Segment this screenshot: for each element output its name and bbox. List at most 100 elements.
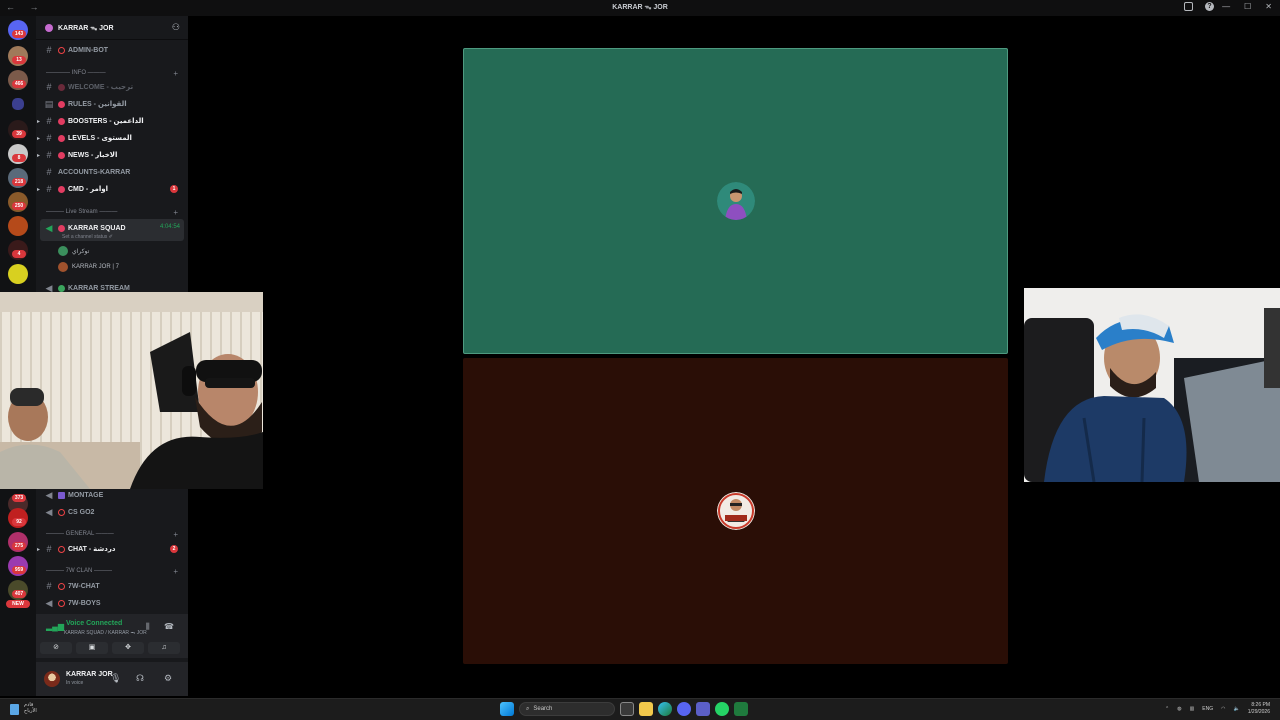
server-badge: 92 — [12, 518, 26, 526]
text-channel-icon: # — [46, 133, 52, 143]
category-label: ——— 7W CLAN ——— — [46, 568, 113, 574]
text-channel-icon: # — [46, 82, 52, 92]
taskbar-search[interactable]: ⌕ Search — [519, 702, 615, 716]
add-channel-icon[interactable]: + — [173, 567, 178, 576]
webcam-overlay-left — [0, 292, 263, 489]
channel-rules[interactable]: ▤ RULES - القوانين — [44, 97, 184, 111]
task-view-icon[interactable] — [620, 702, 634, 716]
category-7w-clan[interactable]: ——— 7W CLAN ——— + — [46, 567, 182, 578]
status-icon — [58, 117, 65, 125]
folder-icon[interactable] — [12, 98, 24, 110]
clock[interactable]: 8:26 PM 1/29/2026 — [1248, 702, 1270, 716]
server-badge: 959 — [12, 566, 26, 574]
close-button[interactable]: ✕ — [1265, 2, 1272, 11]
category-general[interactable]: ——— GENERAL ——— + — [46, 530, 182, 541]
teams-icon[interactable] — [696, 702, 710, 716]
add-channel-icon[interactable]: + — [173, 69, 178, 78]
microphone-icon[interactable]: 🎙 — [110, 673, 121, 684]
voice-channel-karrar-squad[interactable]: ◀ KARRAR SQUAD 4:04:54 Set a channel sta… — [40, 219, 184, 241]
soundboard-button[interactable]: ♫ — [148, 642, 180, 654]
webcam-image — [1024, 288, 1280, 482]
maximize-button[interactable]: ☐ — [1244, 2, 1251, 11]
voice-channel-7w-boys[interactable]: ◀ 7W-BOYS — [44, 596, 184, 610]
headphones-icon[interactable]: ☊ — [136, 673, 144, 684]
camera-button[interactable]: ⊘ — [40, 642, 72, 654]
edge-icon[interactable] — [658, 702, 672, 716]
server-badge: 143 — [12, 30, 26, 38]
status-icon — [58, 134, 65, 142]
channel-label: WELCOME - ترحيب — [68, 84, 134, 91]
server-header[interactable]: KARRAR ᯓ JOR ⚇ — [36, 16, 188, 40]
wifi-icon[interactable]: ◠ — [1221, 706, 1225, 712]
channel-welcome[interactable]: # WELCOME - ترحيب — [44, 80, 184, 94]
chevron-up-icon[interactable]: ⌃ — [1165, 706, 1169, 712]
voice-connected-label: Voice Connected — [66, 620, 123, 627]
file-explorer-icon[interactable] — [639, 702, 653, 716]
channel-levels[interactable]: ▸ # LEVELS - المستوى — [37, 131, 184, 145]
voice-connected-panel: ▂▄▆ Voice Connected KARRAR SQUAD / KARRA… — [36, 614, 188, 658]
app-icon[interactable] — [734, 702, 748, 716]
channel-chat[interactable]: ▸ # CHAT - دردشة 2 — [37, 542, 184, 556]
help-icon[interactable]: ? — [1205, 2, 1214, 11]
network-icon[interactable]: ◍ — [1177, 706, 1181, 712]
channel-news[interactable]: ▸ # NEWS - الاخبار — [37, 148, 184, 162]
status-icon — [58, 599, 65, 607]
status-icon — [58, 151, 65, 159]
weather-widget[interactable]: قادم الأرباح — [24, 702, 37, 714]
noise-suppression-icon[interactable]: ⫼ — [146, 622, 150, 632]
settings-gear-icon[interactable]: ⚙ — [164, 673, 172, 684]
server-badge: 13 — [12, 56, 26, 64]
server-badge: 373 — [12, 494, 26, 502]
channel-boosters[interactable]: ▸ # BOOSTERS - الداعمين — [37, 114, 184, 128]
category-live-stream[interactable]: ——— Live Stream ——— + — [46, 208, 182, 219]
add-channel-icon[interactable]: + — [173, 530, 178, 539]
activities-button[interactable]: ✥ — [112, 642, 144, 654]
weather-icon[interactable] — [10, 704, 19, 715]
start-icon[interactable] — [500, 702, 514, 716]
call-timer: 4:04:54 — [159, 224, 180, 230]
channel-admin-bot[interactable]: # ADMIN-BOT — [44, 43, 184, 57]
voice-user[interactable]: KARRAR JOR | 7 — [58, 261, 119, 273]
category-info[interactable]: ———— INFO ——— + — [46, 69, 182, 80]
voice-channel-path[interactable]: KARRAR SQUAD / KARRAR ᯓ JOR — [64, 630, 147, 636]
status-icon — [58, 185, 65, 193]
language-indicator[interactable]: ENG — [1202, 706, 1213, 712]
bluetooth-icon[interactable]: ▥ — [1190, 706, 1195, 712]
channel-status[interactable]: Set a channel status ✐ — [62, 234, 113, 240]
channel-label: BOOSTERS - الداعمين — [68, 118, 144, 125]
voice-user[interactable]: توكراي — [58, 245, 89, 257]
whatsapp-icon[interactable] — [715, 702, 729, 716]
screen-share-button[interactable]: ▣ — [76, 642, 108, 654]
server-icon[interactable] — [8, 264, 28, 284]
channel-label: MONTAGE — [68, 491, 104, 499]
invite-icon[interactable]: ⚇ — [172, 22, 180, 33]
window-title: KARRAR ᯓ JOR — [612, 4, 668, 11]
voice-channel-montage[interactable]: ◀ MONTAGE — [44, 488, 184, 502]
voice-participant-tile[interactable] — [463, 358, 1008, 664]
channel-label: CS GO2 — [68, 508, 95, 516]
voice-participant-tile[interactable] — [463, 48, 1008, 354]
channel-accounts[interactable]: # ACCOUNTS-KARRAR — [44, 165, 184, 179]
channel-7w-chat[interactable]: # 7W-CHAT — [44, 579, 184, 593]
user-status: In voice — [66, 680, 84, 686]
text-channel-icon: # — [46, 184, 52, 194]
volume-icon[interactable]: 🔈 — [1234, 706, 1240, 712]
disconnect-icon[interactable]: ☎ — [164, 622, 174, 631]
avatar[interactable] — [44, 671, 60, 687]
minimize-button[interactable]: — — [1222, 2, 1230, 11]
server-icon[interactable] — [8, 216, 28, 236]
avatar — [58, 246, 68, 256]
inbox-icon[interactable] — [1184, 2, 1193, 11]
add-channel-icon[interactable]: + — [173, 208, 178, 217]
voice-channel-csgo[interactable]: ◀ CS GO2 — [44, 505, 184, 519]
server-boost-icon — [45, 24, 53, 32]
discord-taskbar-icon[interactable] — [677, 702, 691, 716]
status-icon — [58, 46, 65, 54]
server-badge: 8 — [12, 154, 26, 162]
channel-cmd[interactable]: ▸ # CMD - اوامر 1 — [37, 182, 184, 196]
clock-date: 1/29/2026 — [1247, 709, 1270, 715]
server-badge: 250 — [12, 202, 26, 210]
speaker-icon: ◀ — [45, 489, 53, 500]
server-badge: 4 — [12, 250, 26, 258]
signal-icon[interactable]: ▂▄▆ — [46, 622, 64, 631]
